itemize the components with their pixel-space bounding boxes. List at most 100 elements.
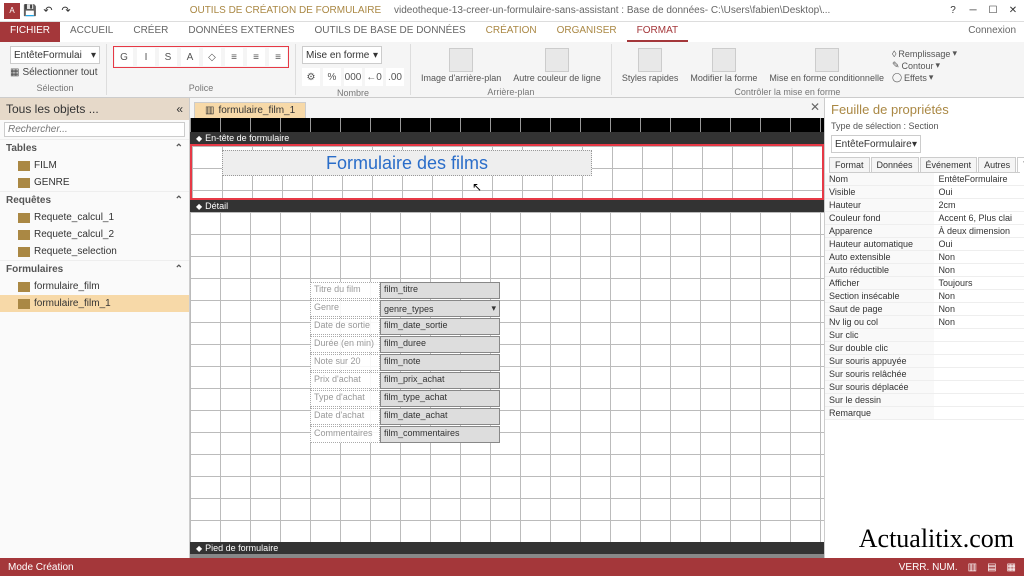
field-control[interactable]: film_prix_achat xyxy=(380,372,500,389)
property-value[interactable]: Non xyxy=(934,264,1024,276)
save-icon[interactable]: 💾 xyxy=(22,3,38,19)
property-row[interactable]: Saut de pageNon xyxy=(825,303,1024,316)
search-input[interactable] xyxy=(4,122,185,137)
nav-section-header[interactable]: Requêtes⌃ xyxy=(0,191,189,209)
property-row[interactable]: NomEntêteFormulaire xyxy=(825,173,1024,186)
property-row[interactable]: Sur clic xyxy=(825,329,1024,342)
minimize-icon[interactable]: ─ xyxy=(966,4,980,18)
property-value[interactable]: Non xyxy=(934,316,1024,328)
property-value[interactable] xyxy=(934,381,1024,393)
field-label[interactable]: Date de sortie xyxy=(310,318,380,335)
property-value[interactable]: Non xyxy=(934,251,1024,263)
field-control[interactable]: film_date_sortie xyxy=(380,318,500,335)
field-label[interactable]: Titre du film xyxy=(310,282,380,299)
property-value[interactable] xyxy=(934,394,1024,406)
view-design-icon[interactable]: ▥ xyxy=(968,562,977,573)
proptab-autres[interactable]: Autres xyxy=(978,157,1016,172)
font-color-button[interactable]: A xyxy=(181,48,199,66)
underline-button[interactable]: S xyxy=(159,48,177,66)
property-row[interactable]: Hauteur2cm xyxy=(825,199,1024,212)
nav-section-header[interactable]: Tables⌃ xyxy=(0,139,189,157)
nav-item[interactable]: FILM xyxy=(0,157,189,174)
decrease-decimal-button[interactable]: ←0 xyxy=(365,68,383,86)
tab-accueil[interactable]: ACCUEIL xyxy=(60,22,123,42)
propsheet-object-combo[interactable]: EntêteFormulaire▾ xyxy=(831,135,921,153)
background-image-button[interactable]: Image d'arrière-plan xyxy=(417,46,505,85)
nav-item[interactable]: formulaire_film_1 xyxy=(0,295,189,312)
property-row[interactable]: VisibleOui xyxy=(825,186,1024,199)
field-control[interactable]: film_commentaires xyxy=(380,426,500,443)
property-value[interactable]: Accent 6, Plus clai xyxy=(934,212,1024,224)
nav-item[interactable]: formulaire_film xyxy=(0,278,189,295)
design-canvas[interactable]: En-tête de formulaire Formulaire des fil… xyxy=(190,118,824,558)
thousands-button[interactable]: 000 xyxy=(344,68,362,86)
increase-decimal-button[interactable]: .00 xyxy=(386,68,404,86)
proptab-evenement[interactable]: Événement xyxy=(920,157,978,172)
currency-button[interactable]: ⚙ xyxy=(302,68,320,86)
nav-title[interactable]: Tous les objets ...« xyxy=(0,98,189,120)
form-field-row[interactable]: Titre du filmfilm_titre xyxy=(310,282,500,299)
property-value[interactable]: Toujours xyxy=(934,277,1024,289)
property-value[interactable]: Non xyxy=(934,303,1024,315)
field-control[interactable]: film_duree xyxy=(380,336,500,353)
section-header-bar[interactable]: En-tête de formulaire xyxy=(190,132,824,144)
property-row[interactable]: ApparenceÀ deux dimension xyxy=(825,225,1024,238)
selection-combo[interactable]: EntêteFormulai▾ xyxy=(10,46,100,64)
property-row[interactable]: AfficherToujours xyxy=(825,277,1024,290)
property-value[interactable]: Oui xyxy=(934,238,1024,250)
percent-button[interactable]: % xyxy=(323,68,341,86)
field-control[interactable]: film_date_achat xyxy=(380,408,500,425)
doc-close-button[interactable]: ✕ xyxy=(810,100,820,114)
field-label[interactable]: Genre xyxy=(310,300,380,317)
property-value[interactable]: 2cm xyxy=(934,199,1024,211)
tab-fichier[interactable]: FICHIER xyxy=(0,22,60,42)
section-detail-bar[interactable]: Détail xyxy=(190,200,824,212)
property-value[interactable]: EntêteFormulaire xyxy=(934,173,1024,185)
field-label[interactable]: Commentaires xyxy=(310,426,380,443)
property-row[interactable]: Couleur fondAccent 6, Plus clai xyxy=(825,212,1024,225)
property-row[interactable]: Section insécableNon xyxy=(825,290,1024,303)
conditional-format-button[interactable]: Mise en forme conditionnelle xyxy=(765,46,888,85)
property-row[interactable]: Sur souris relâchée xyxy=(825,368,1024,381)
view-form-icon[interactable]: ▤ xyxy=(987,562,996,573)
undo-icon[interactable]: ↶ xyxy=(40,3,56,19)
change-shape-button[interactable]: Modifier la forme xyxy=(686,46,761,85)
tab-creation[interactable]: CRÉATION xyxy=(476,22,547,42)
field-control[interactable]: genre_types▾ xyxy=(380,300,500,317)
property-value[interactable] xyxy=(934,342,1024,354)
proptab-toutes[interactable]: Toutes xyxy=(1017,157,1024,172)
field-control[interactable]: film_note xyxy=(380,354,500,371)
fill-color-button[interactable]: ◇ xyxy=(203,48,221,66)
form-field-row[interactable]: Type d'achatfilm_type_achat xyxy=(310,390,500,407)
property-row[interactable]: Sur souris appuyée xyxy=(825,355,1024,368)
field-label[interactable]: Durée (en min) xyxy=(310,336,380,353)
property-row[interactable]: Sur souris déplacée xyxy=(825,381,1024,394)
align-left-button[interactable]: ≡ xyxy=(225,48,243,66)
nav-item[interactable]: Requete_selection xyxy=(0,243,189,260)
nav-item[interactable]: GENRE xyxy=(0,174,189,191)
italic-button[interactable]: I xyxy=(137,48,155,66)
align-right-button[interactable]: ≡ xyxy=(269,48,287,66)
property-row[interactable]: Sur double clic xyxy=(825,342,1024,355)
field-label[interactable]: Type d'achat xyxy=(310,390,380,407)
form-field-row[interactable]: Genregenre_types▾ xyxy=(310,300,500,317)
property-row[interactable]: Sur le dessin xyxy=(825,394,1024,407)
tab-organiser[interactable]: ORGANISER xyxy=(547,22,627,42)
property-value[interactable]: Non xyxy=(934,290,1024,302)
nav-item[interactable]: Requete_calcul_1 xyxy=(0,209,189,226)
property-value[interactable] xyxy=(934,407,1024,419)
property-row[interactable]: Remarque xyxy=(825,407,1024,420)
form-header-section[interactable]: Formulaire des films ↖ xyxy=(190,144,824,200)
field-label[interactable]: Date d'achat xyxy=(310,408,380,425)
property-value[interactable] xyxy=(934,368,1024,380)
nav-section-header[interactable]: Formulaires⌃ xyxy=(0,260,189,278)
form-field-row[interactable]: Date de sortiefilm_date_sortie xyxy=(310,318,500,335)
form-field-row[interactable]: Commentairesfilm_commentaires xyxy=(310,426,500,443)
shape-outline-button[interactable]: ✎Contour ▾ xyxy=(892,60,957,71)
maximize-icon[interactable]: ☐ xyxy=(986,4,1000,18)
proptab-format[interactable]: Format xyxy=(829,157,870,172)
property-value[interactable]: À deux dimension xyxy=(934,225,1024,237)
help-icon[interactable]: ? xyxy=(946,4,960,18)
form-detail-section[interactable]: Titre du filmfilm_titreGenregenre_types▾… xyxy=(190,212,824,542)
property-row[interactable]: Auto réductibleNon xyxy=(825,264,1024,277)
